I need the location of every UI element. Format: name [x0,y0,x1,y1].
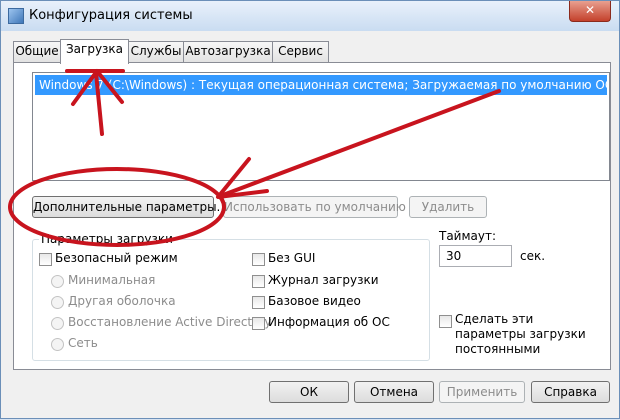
boot-options-legend: Параметры загрузки [39,232,175,246]
tab-general[interactable]: Общие [13,41,61,62]
app-icon [8,8,24,24]
safe-mode-checkbox[interactable] [39,253,52,266]
boot-tab-panel: Windows 7 (C:\Windows) : Текущая операци… [13,62,611,370]
help-button[interactable]: Справка [531,381,610,403]
network-radio[interactable] [51,338,64,351]
tab-tools[interactable]: Сервис [272,41,329,62]
no-gui-checkbox[interactable] [252,253,265,266]
timeout-input[interactable]: 30 [439,245,512,267]
ad-repair-label: Восстановление Active Directory [68,315,272,329]
alternate-shell-radio[interactable] [51,296,64,309]
alternate-shell-label: Другая оболочка [68,294,176,308]
tab-startup[interactable]: Автозагрузка [183,41,273,62]
timeout-label: Таймаут: [439,229,497,243]
os-info-checkbox[interactable] [252,317,265,330]
close-button[interactable]: ✕ [569,1,611,22]
safe-mode-label: Безопасный режим [55,251,178,265]
ad-repair-radio[interactable] [51,317,64,330]
set-default-button[interactable]: Использовать по умолчанию [223,196,406,218]
timeout-unit: сек. [520,249,546,263]
advanced-options-button[interactable]: Дополнительные параметры... [32,196,228,218]
os-list-item[interactable]: Windows 7 (C:\Windows) : Текущая операци… [35,75,607,95]
apply-button[interactable]: Применить [439,381,525,403]
minimal-label: Минимальная [68,273,156,287]
network-label: Сеть [68,336,98,350]
base-video-checkbox[interactable] [252,296,265,309]
cancel-button[interactable]: Отмена [354,381,434,403]
delete-button[interactable]: Удалить [409,196,487,218]
boot-log-checkbox[interactable] [252,275,265,288]
make-permanent-checkbox[interactable] [439,315,452,328]
boot-options-group: Параметры загрузки Безопасный режим Мини… [32,232,430,361]
tab-boot[interactable]: Загрузка [60,39,129,64]
system-config-window: Конфигурация системы ✕ Общие Загрузка Сл… [0,0,620,419]
title-bar[interactable]: Конфигурация системы ✕ [1,1,619,31]
make-permanent-label: Сделать эти параметры загрузки постоянны… [455,312,586,356]
minimal-radio[interactable] [51,275,64,288]
os-info-label: Информация об ОС [268,315,390,329]
no-gui-label: Без GUI [268,251,316,265]
window-title: Конфигурация системы [29,8,193,23]
base-video-label: Базовое видео [268,294,361,308]
ok-button[interactable]: ОК [269,381,349,403]
boot-log-label: Журнал загрузки [268,273,379,287]
os-list[interactable]: Windows 7 (C:\Windows) : Текущая операци… [32,72,610,181]
tab-services[interactable]: Службы [128,41,184,62]
